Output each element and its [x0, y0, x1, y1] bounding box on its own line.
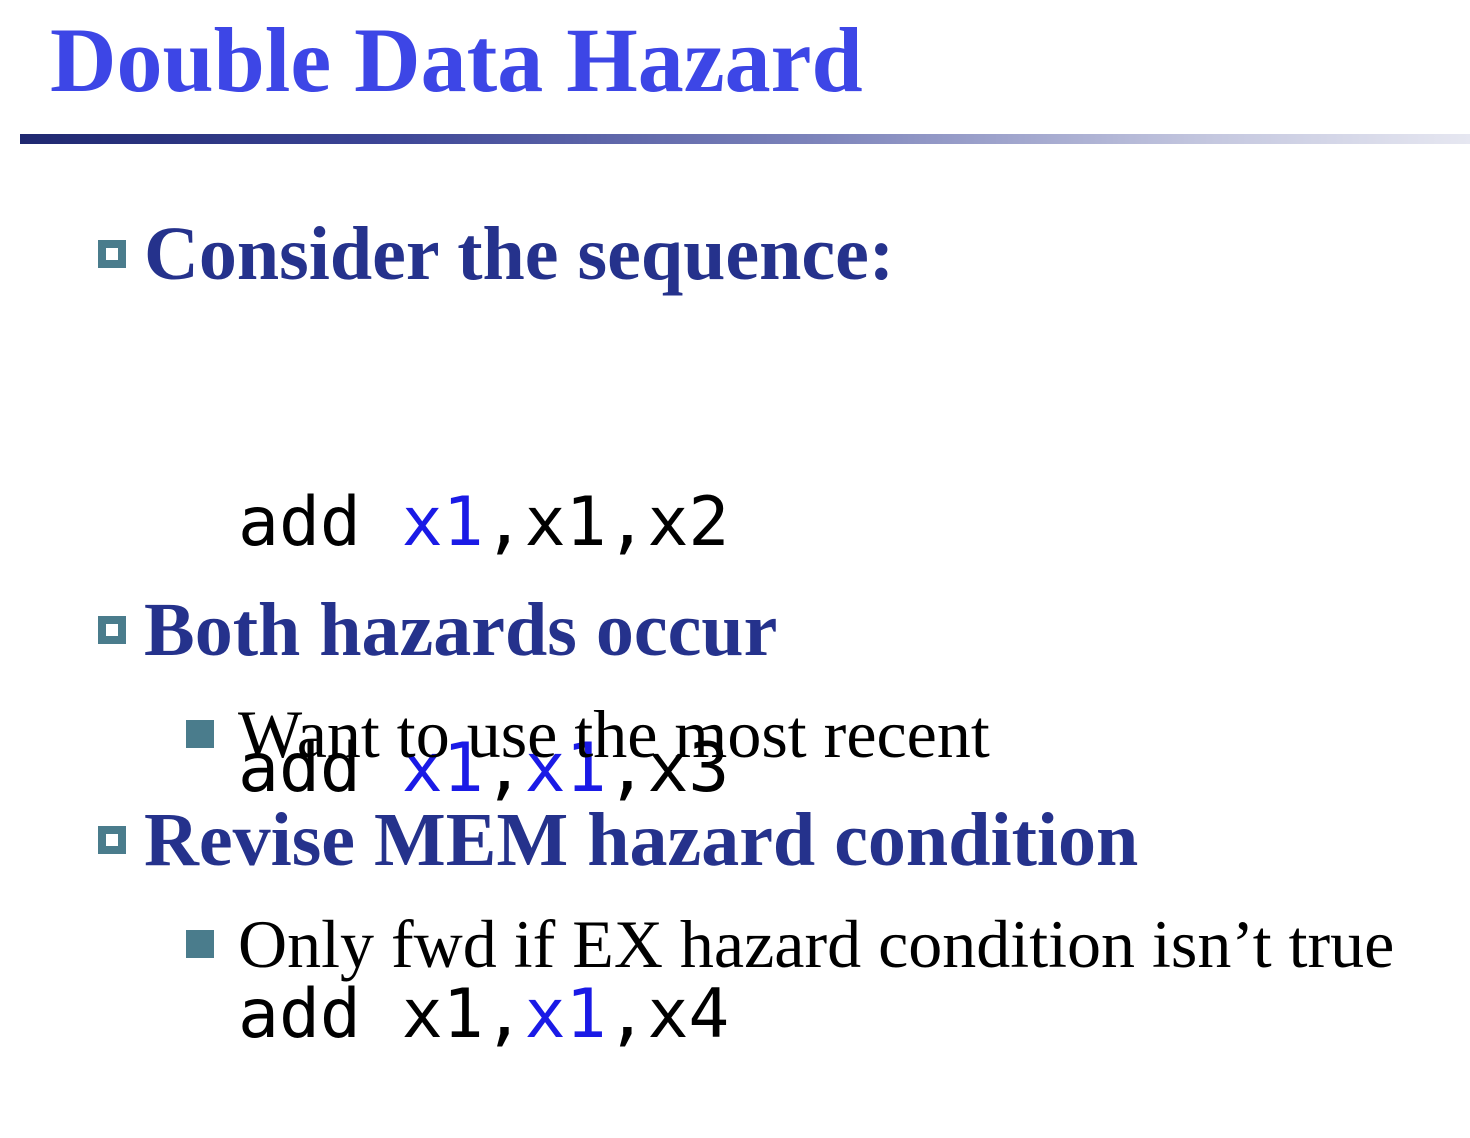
sub-bullet-text: Want to use the most recent — [238, 696, 990, 772]
bullet-text: Revise MEM hazard condition — [144, 798, 1139, 882]
code-op: add — [238, 483, 361, 562]
bullet-text: Both hazards occur — [144, 588, 778, 672]
hollow-square-icon — [98, 616, 126, 644]
code-line: add x1,x1,x4 — [238, 975, 730, 1054]
slide-title: Double Data Hazard — [50, 9, 863, 111]
code-rs2: x2 — [647, 483, 730, 562]
sub-bullet-only-fwd: Only fwd if EX hazard condition isn’t tr… — [186, 910, 1394, 978]
hollow-square-icon — [98, 826, 126, 854]
code-op: add — [238, 975, 361, 1054]
code-rs1: x1 — [524, 483, 607, 562]
code-rs2: x4 — [647, 975, 730, 1054]
bullet-both-hazards: Both hazards occur — [98, 592, 777, 668]
bullet-text: Consider the sequence: — [144, 212, 895, 296]
bullet-consider-sequence: Consider the sequence: — [98, 216, 894, 292]
title-divider — [20, 134, 1470, 144]
code-rd: x1 — [401, 975, 484, 1054]
hollow-square-icon — [98, 240, 126, 268]
code-rd: x1 — [401, 483, 484, 562]
filled-square-icon — [186, 720, 214, 748]
filled-square-icon — [186, 930, 214, 958]
code-line: add x1,x1,x2 — [238, 483, 730, 562]
bullet-revise-mem: Revise MEM hazard condition — [98, 802, 1138, 878]
code-rs1: x1 — [524, 975, 607, 1054]
sub-bullet-most-recent: Want to use the most recent — [186, 700, 990, 768]
sub-bullet-text: Only fwd if EX hazard condition isn’t tr… — [238, 906, 1395, 982]
